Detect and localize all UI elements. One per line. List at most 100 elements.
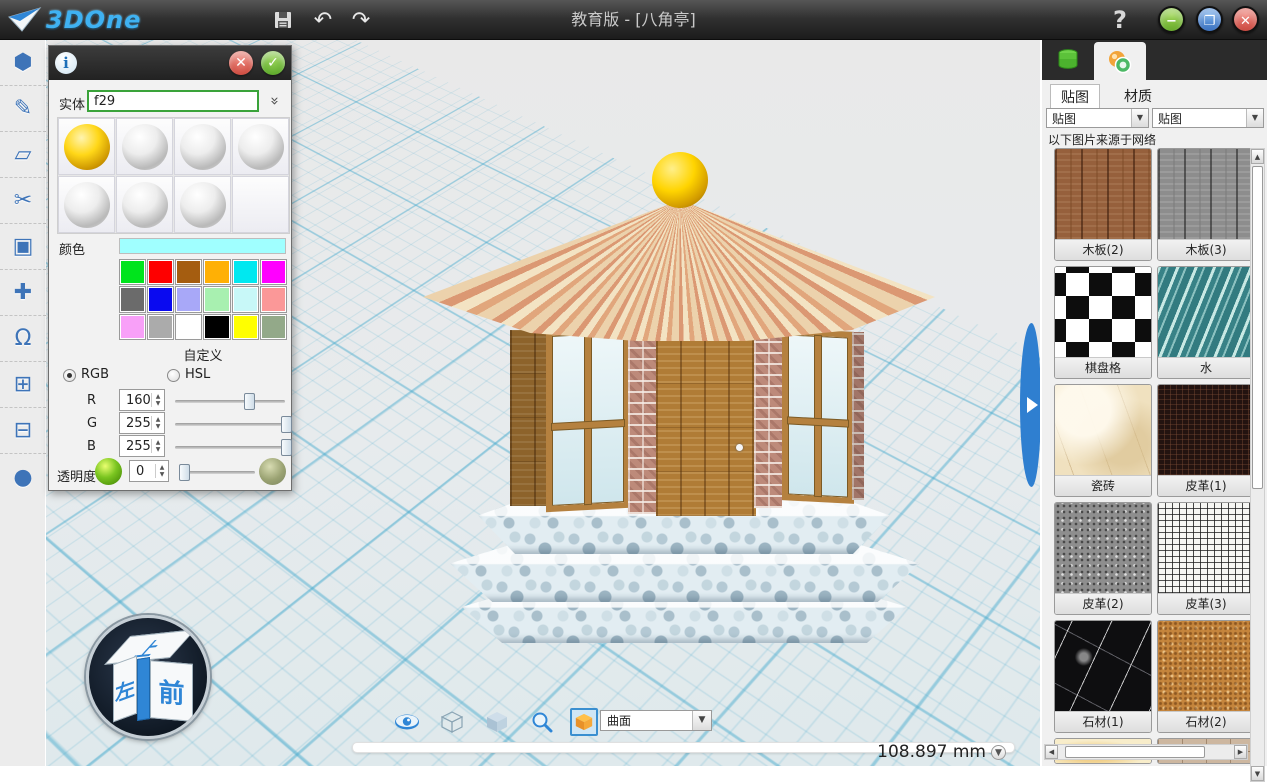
rgb-radio[interactable]: [63, 369, 76, 382]
magnet-assembly-icon[interactable]: Ω: [0, 316, 46, 362]
material-swatch-silver[interactable]: [174, 118, 231, 175]
save-button[interactable]: [268, 6, 298, 34]
horizontal-scrollbar[interactable]: ◀ ▶: [1044, 744, 1248, 760]
combine-solids-icon[interactable]: ⊞: [0, 362, 46, 408]
pavilion-brick-pillar[interactable]: [754, 332, 782, 508]
texture-card[interactable]: 石材(1): [1054, 620, 1152, 733]
wireframe-view-button[interactable]: [438, 708, 466, 736]
pavilion-gold-finial[interactable]: [652, 152, 708, 208]
vertical-scroll-thumb[interactable]: [1252, 166, 1263, 489]
texture-card[interactable]: 水: [1157, 266, 1255, 379]
channel-g-spinbox[interactable]: 255 ▲▼: [119, 412, 165, 434]
palette-swatch[interactable]: [232, 314, 259, 340]
palette-swatch[interactable]: [203, 259, 230, 285]
help-button[interactable]: ?: [1103, 4, 1137, 36]
confirm-button[interactable]: ✓: [261, 51, 285, 75]
scroll-down-icon[interactable]: ▼: [1251, 766, 1264, 781]
palette-swatch[interactable]: [175, 314, 202, 340]
spinner-arrows-icon[interactable]: ▲▼: [151, 393, 164, 407]
palette-swatch[interactable]: [260, 314, 287, 340]
nav-cube-left-face[interactable]: 左: [113, 656, 137, 723]
nav-cube-front-face[interactable]: 前: [150, 660, 193, 722]
chevron-down-icon[interactable]: ▼: [1246, 109, 1263, 127]
scroll-right-icon[interactable]: ▶: [1234, 745, 1247, 759]
section-view-icon[interactable]: ⊟: [0, 408, 46, 454]
material-swatch-gold[interactable]: [58, 118, 115, 175]
tab-textures[interactable]: 贴图: [1050, 84, 1100, 108]
transparency-slider-knob[interactable]: [179, 464, 190, 481]
minimize-button[interactable]: −: [1158, 6, 1185, 33]
render-material-icon[interactable]: ●: [0, 454, 46, 500]
channel-r-spinbox[interactable]: 160 ▲▼: [119, 389, 165, 411]
spinner-arrows-icon[interactable]: ▲▼: [155, 464, 168, 478]
transparency-spinbox[interactable]: 0 ▲▼: [129, 460, 169, 482]
pavilion-right-window[interactable]: [782, 328, 854, 504]
palette-swatch[interactable]: [175, 259, 202, 285]
transparency-slider[interactable]: [179, 471, 255, 474]
pavilion-brick-pillar[interactable]: [628, 334, 656, 514]
material-swatch-silver[interactable]: [116, 176, 173, 233]
scroll-up-icon[interactable]: ▲: [1251, 149, 1264, 164]
channel-b-slider-knob[interactable]: [281, 439, 292, 456]
channel-g-slider[interactable]: [175, 423, 285, 426]
custom-color-label[interactable]: 自定义: [119, 345, 287, 364]
material-swatch-empty[interactable]: [232, 176, 289, 233]
cancel-button[interactable]: ✕: [229, 51, 253, 75]
palette-swatch[interactable]: [119, 259, 146, 285]
chevron-down-icon[interactable]: ▼: [1131, 109, 1148, 127]
panel-collapse-handle[interactable]: [1020, 323, 1040, 487]
palette-swatch[interactable]: [119, 286, 146, 312]
texture-card[interactable]: 皮革(1): [1157, 384, 1255, 497]
palette-swatch[interactable]: [260, 286, 287, 312]
texture-card[interactable]: 木板(2): [1054, 148, 1152, 261]
palette-swatch[interactable]: [147, 314, 174, 340]
info-icon[interactable]: i: [55, 52, 77, 74]
rgb-radio-label[interactable]: RGB: [81, 367, 109, 382]
texture-card[interactable]: 皮革(3): [1157, 502, 1255, 615]
redo-button[interactable]: ↷: [346, 6, 376, 34]
solid-feature-icon[interactable]: ▣: [0, 224, 46, 270]
entity-input[interactable]: [87, 90, 259, 112]
visibility-eye-button[interactable]: [393, 708, 421, 736]
navigation-cube[interactable]: 上 左 前: [86, 615, 210, 739]
vertical-scrollbar[interactable]: ▲ ▼: [1250, 148, 1265, 782]
palette-swatch[interactable]: [232, 286, 259, 312]
move-transform-icon[interactable]: ✚: [0, 270, 46, 316]
pavilion-left-shutter[interactable]: [510, 330, 546, 506]
spinner-arrows-icon[interactable]: ▲▼: [151, 416, 164, 430]
texture-card[interactable]: 皮革(2): [1054, 502, 1152, 615]
pavilion-door[interactable]: [656, 336, 756, 516]
scroll-left-icon[interactable]: ◀: [1045, 745, 1058, 759]
texture-card[interactable]: 棋盘格: [1054, 266, 1152, 379]
material-swatch-silver[interactable]: [174, 176, 231, 233]
chevron-down-icon[interactable]: ▼: [692, 711, 711, 730]
channel-g-slider-knob[interactable]: [281, 416, 292, 433]
spinner-arrows-icon[interactable]: ▲▼: [151, 439, 164, 453]
tab-materials[interactable]: 材质: [1114, 84, 1162, 108]
library-database-tab[interactable]: [1042, 40, 1094, 80]
pavilion-right-edge[interactable]: [852, 332, 864, 500]
hsl-radio[interactable]: [167, 369, 180, 382]
material-swatch-silver[interactable]: [232, 118, 289, 175]
current-color-swatch[interactable]: [119, 238, 286, 254]
hsl-radio-label[interactable]: HSL: [185, 367, 210, 382]
shaded-view-button[interactable]: [483, 708, 511, 736]
channel-r-slider-knob[interactable]: [244, 393, 255, 410]
texture-filter-dropdown-left[interactable]: 贴图 ▼: [1046, 108, 1149, 128]
palette-swatch[interactable]: [175, 286, 202, 312]
palette-swatch[interactable]: [119, 314, 146, 340]
palette-swatch[interactable]: [232, 259, 259, 285]
textured-view-button[interactable]: [570, 708, 598, 736]
material-swatch-silver[interactable]: [116, 118, 173, 175]
palette-swatch[interactable]: [203, 286, 230, 312]
channel-r-slider[interactable]: [175, 400, 285, 403]
channel-b-spinbox[interactable]: 255 ▲▼: [119, 435, 165, 457]
nav-cube-highlighted-edge[interactable]: [137, 657, 150, 721]
horizontal-scroll-thumb[interactable]: [1065, 746, 1205, 758]
texture-card[interactable]: 瓷砖: [1054, 384, 1152, 497]
display-mode-dropdown[interactable]: 曲面 ▼: [600, 710, 712, 731]
trim-sweep-icon[interactable]: ✂: [0, 178, 46, 224]
texture-card[interactable]: 石材(2): [1157, 620, 1255, 733]
texture-filter-dropdown-right[interactable]: 贴图 ▼: [1152, 108, 1264, 128]
expand-chevron-icon[interactable]: »: [264, 91, 286, 111]
